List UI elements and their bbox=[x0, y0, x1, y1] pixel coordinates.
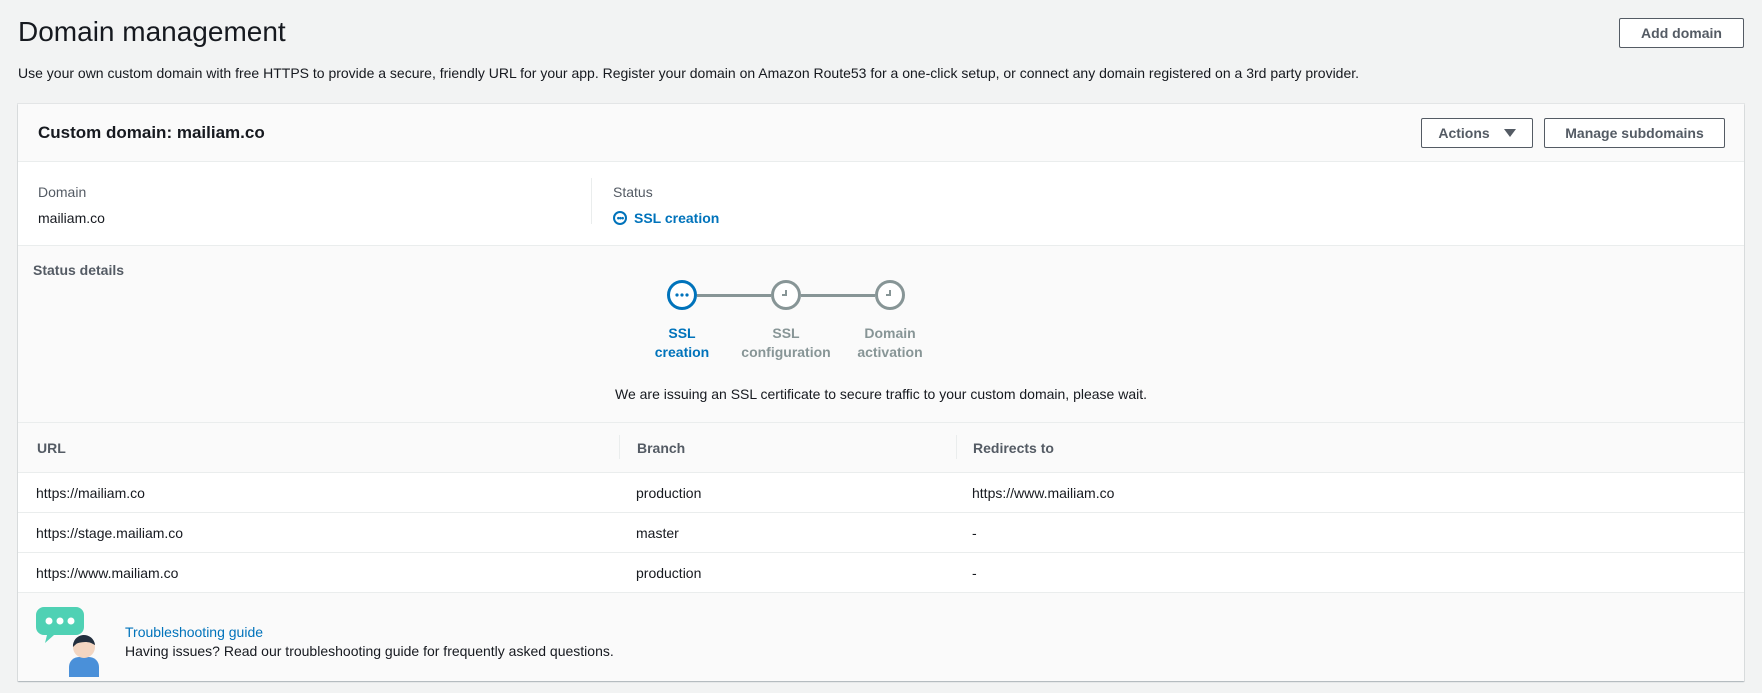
cell-url: https://mailiam.co bbox=[36, 485, 145, 501]
cell-redirect: - bbox=[972, 565, 977, 581]
support-illustration-icon bbox=[36, 607, 99, 677]
status-label: Status bbox=[613, 184, 653, 200]
actions-dropdown-button[interactable]: Actions bbox=[1421, 118, 1533, 148]
table-row: https://mailiam.co production https://ww… bbox=[18, 473, 1744, 513]
column-divider bbox=[956, 435, 957, 459]
table-header: URL Branch Redirects to bbox=[18, 423, 1744, 473]
status-message: We are issuing an SSL certificate to sec… bbox=[615, 386, 1147, 402]
panel-header: Custom domain: mailiam.co Actions Manage… bbox=[18, 104, 1744, 162]
actions-label: Actions bbox=[1438, 125, 1490, 141]
step-connector bbox=[801, 294, 875, 297]
column-divider bbox=[591, 178, 592, 224]
troubleshooting-footer: Troubleshooting guide Having issues? Rea… bbox=[18, 592, 1744, 681]
page-description: Use your own custom domain with free HTT… bbox=[18, 65, 1360, 81]
cell-url: https://www.mailiam.co bbox=[36, 565, 179, 581]
clock-icon bbox=[875, 280, 905, 310]
manage-subdomains-button[interactable]: Manage subdomains bbox=[1544, 118, 1725, 148]
clock-icon bbox=[771, 280, 801, 310]
step-label-ssl-creation: SSL creation bbox=[654, 325, 710, 360]
in-progress-icon: ••• bbox=[613, 211, 627, 225]
domain-label: Domain bbox=[38, 184, 87, 200]
domain-summary: Domain mailiam.co Status ••• SSL creatio… bbox=[18, 162, 1744, 246]
status-text: SSL creation bbox=[634, 210, 720, 226]
table-row: https://www.mailiam.co production - bbox=[18, 553, 1744, 593]
troubleshooting-description: Having issues? Read our troubleshooting … bbox=[125, 643, 614, 659]
column-header-branch: Branch bbox=[637, 440, 686, 456]
column-header-redirects: Redirects to bbox=[973, 440, 1054, 456]
progress-stepper: SSL creation SSL configuration Domain ac… bbox=[18, 246, 1744, 366]
custom-domain-panel: Custom domain: mailiam.co Actions Manage… bbox=[18, 104, 1744, 681]
status-value: ••• SSL creation bbox=[613, 210, 719, 226]
cell-redirect: - bbox=[972, 525, 977, 541]
step-active-icon bbox=[667, 280, 697, 310]
cell-branch: production bbox=[636, 565, 702, 581]
cell-branch: production bbox=[636, 485, 702, 501]
column-header-url: URL bbox=[37, 440, 66, 456]
caret-down-icon bbox=[1503, 129, 1516, 137]
cell-redirect: https://www.mailiam.co bbox=[972, 485, 1115, 501]
step-label-ssl-configuration: SSL configuration bbox=[741, 325, 831, 360]
subdomain-table: URL Branch Redirects to https://mailiam.… bbox=[18, 423, 1744, 593]
step-label-domain-activation: Domain activation bbox=[857, 325, 923, 360]
domain-value: mailiam.co bbox=[38, 210, 105, 226]
add-domain-button[interactable]: Add domain bbox=[1619, 18, 1744, 48]
cell-url: https://stage.mailiam.co bbox=[36, 525, 184, 541]
column-divider bbox=[619, 435, 620, 459]
table-row: https://stage.mailiam.co master - bbox=[18, 513, 1744, 553]
troubleshooting-guide-link[interactable]: Troubleshooting guide bbox=[125, 624, 263, 640]
panel-title: Custom domain: mailiam.co bbox=[38, 123, 265, 142]
step-connector bbox=[697, 294, 771, 297]
cell-branch: master bbox=[636, 525, 679, 541]
status-details: Status details SSL creation SSL configur… bbox=[18, 246, 1744, 423]
page-title: Domain management bbox=[18, 16, 286, 47]
